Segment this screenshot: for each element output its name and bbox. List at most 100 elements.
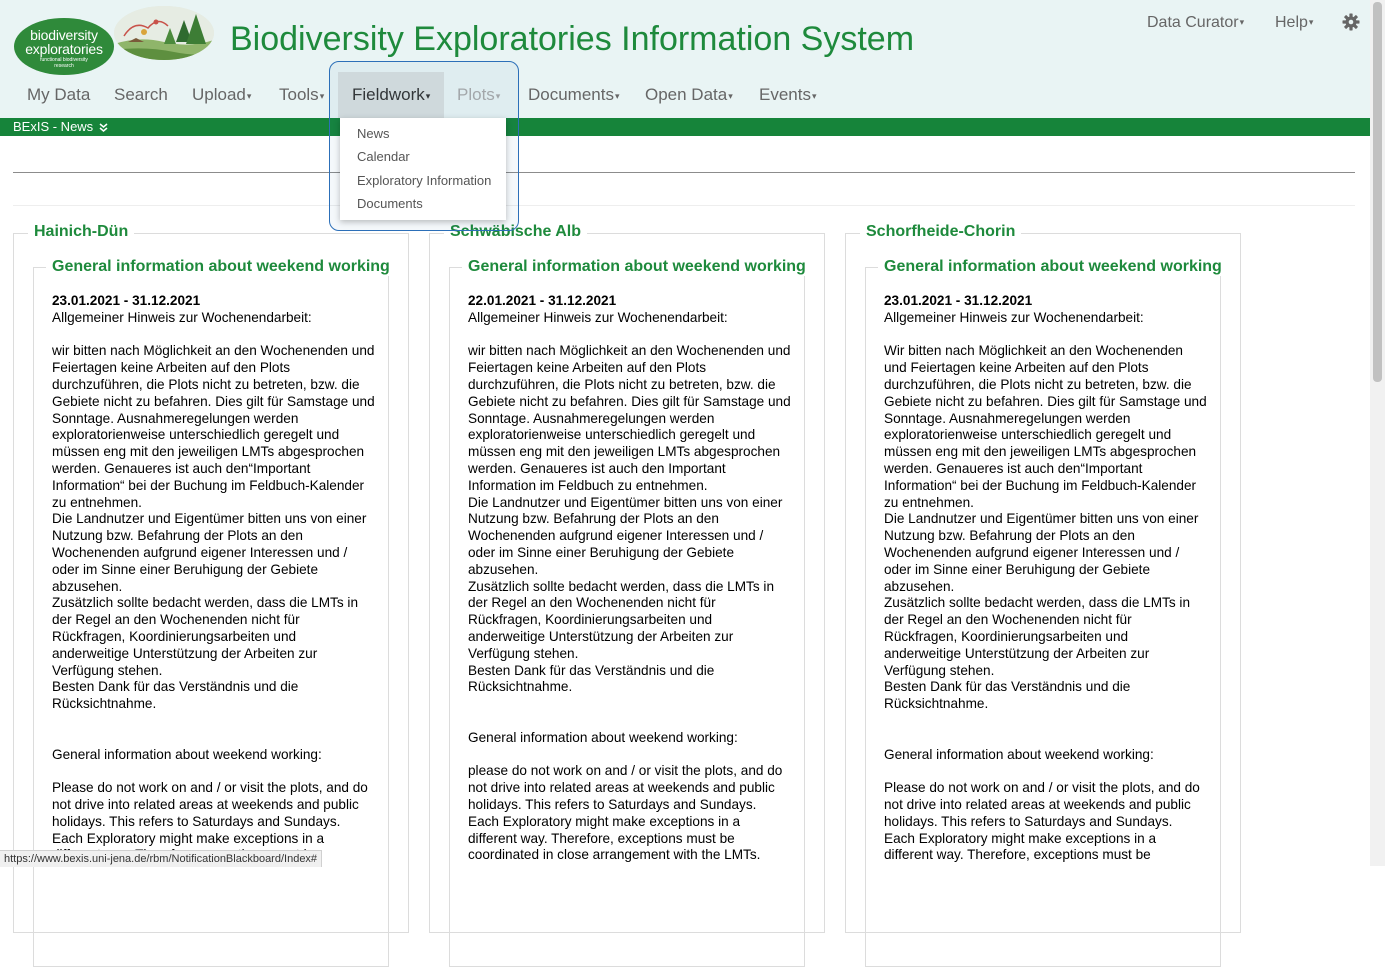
notice-text-line: Gebiete nicht zu befahren. Dies gilt für… <box>884 393 1207 409</box>
notice-heading-en: General information about weekend workin… <box>52 746 322 762</box>
notice-text-line: Each Exploratory might make exceptions i… <box>884 830 1157 846</box>
region-panel: Schorfheide-Chorin General information a… <box>845 223 1241 967</box>
logo-illustration <box>114 6 214 60</box>
caret-down-icon: ▾ <box>1308 17 1314 28</box>
notice-text-line: zu entnehmen. <box>52 494 142 510</box>
logo-text-line2: exploratories <box>25 41 103 57</box>
divider <box>13 205 1355 206</box>
notice-text-line: Rücksichtnahme. <box>884 696 989 712</box>
notice-text-line: und Feiertagen keine Arbeiten auf den Pl… <box>884 360 1149 376</box>
logo-text-line4: research <box>54 63 74 69</box>
notice-text-line: Nutzung bzw. Befahrung der Plots an den <box>52 528 303 544</box>
logo[interactable]: biodiversity exploratories functional bi… <box>14 18 114 75</box>
notice-text-line: Gebiete nicht zu befahren. Dies gilt für… <box>52 393 375 409</box>
notice-text-line: Rücksichtnahme. <box>52 696 157 712</box>
notice-text-line: Wochenenden aufgrund eigener Interessen … <box>884 544 1180 560</box>
notice-text-line: oder im Sinne einer Beruhigung der Gebie… <box>52 561 319 577</box>
notice-text-line: anderweitige Unterstützung der Arbeiten … <box>884 645 1150 661</box>
nav-upload-label: Upload <box>192 85 246 104</box>
notice-date: 23.01.2021 - 31.12.2021 <box>884 293 1033 308</box>
nav-search[interactable]: Search <box>114 72 168 118</box>
notice-text-line: Zusätzlich sollte bedacht werden, dass d… <box>468 578 775 594</box>
notice-text-line: anderweitige Unterstützung der Arbeiten … <box>52 645 318 661</box>
notice-text-line: Besten Dank für das Verständnis und die <box>884 679 1131 695</box>
header: biodiversity exploratories functional bi… <box>0 0 1370 118</box>
menu-item-news[interactable]: News <box>357 126 390 141</box>
notice-card: General information about weekend workin… <box>865 258 1228 967</box>
status-bar-url: https://www.bexis.uni-jena.de/rbm/Notifi… <box>0 850 323 867</box>
notice-text-line: werden. Genaueres ist auch den Important <box>468 460 726 476</box>
notice-text-line: Please do not work on and / or visit the… <box>52 780 368 796</box>
notice-text-line: Gebiete nicht zu befahren. Dies gilt für… <box>468 393 791 409</box>
notice-text-line: Die Landnutzer und Eigentümer bitten uns… <box>884 511 1199 527</box>
notice-text-line: wir bitten nach Möglichkeit an den Woche… <box>468 343 791 359</box>
nav-open-data[interactable]: Open Data▾ <box>645 72 733 118</box>
double-chevron-down-icon <box>99 119 108 134</box>
data-curator-menu[interactable]: Data Curator▾ <box>1147 14 1244 32</box>
notice-text-line: exploratorienweise unterschiedlich gereg… <box>52 427 340 443</box>
notice-text-line: Rücksichtnahme. <box>468 679 573 695</box>
nav-events-label: Events <box>759 85 811 104</box>
notice-text-line: Each Exploratory might make exceptions i… <box>468 813 741 829</box>
nav-search-label: Search <box>114 85 168 104</box>
divider <box>13 172 1355 173</box>
caret-down-icon: ▾ <box>246 90 252 101</box>
notice-text-line: Sonntage. Ausnahmeregelungen werden <box>52 410 299 426</box>
notice-text-line: Nutzung bzw. Befahrung der Plots an den <box>884 528 1135 544</box>
notice-text-line: Zusätzlich sollte bedacht werden, dass d… <box>52 595 359 611</box>
nav-tools[interactable]: Tools▾ <box>279 72 324 118</box>
help-menu[interactable]: Help▾ <box>1275 14 1313 32</box>
notice-text-line: zu entnehmen. <box>884 494 974 510</box>
notice-text-line: oder im Sinne einer Beruhigung der Gebie… <box>468 544 735 560</box>
caret-down-icon: ▾ <box>728 90 733 101</box>
notice-title[interactable]: General information about weekend workin… <box>462 258 812 276</box>
notice-text-line: Sonntage. Ausnahmeregelungen werden <box>884 410 1131 426</box>
menu-item-documents[interactable]: Documents <box>357 196 423 211</box>
notice-text-line: exploratorienweise unterschiedlich gereg… <box>468 427 756 443</box>
notice-text-line: Zusätzlich sollte bedacht werden, dass d… <box>884 595 1191 611</box>
caret-down-icon: ▾ <box>614 90 620 101</box>
region-panel: Schwäbische Alb General information abou… <box>429 223 825 967</box>
nav-events[interactable]: Events▾ <box>759 72 817 118</box>
nav-open-data-label: Open Data <box>645 85 728 104</box>
news-bar[interactable]: BExIS - News <box>0 118 1370 136</box>
data-curator-label: Data Curator <box>1147 14 1239 31</box>
notice-text-line: müssen eng mit den jeweiligen LMTs abges… <box>52 444 365 460</box>
notice-text-line: Verfügung stehen. <box>884 662 995 678</box>
notice-text-line: Each Exploratory might make exceptions i… <box>52 830 325 846</box>
menu-item-calendar[interactable]: Calendar <box>357 149 410 164</box>
notice-heading-de: Allgemeiner Hinweis zur Wochenendarbeit: <box>52 309 312 325</box>
notice-text-line: not drive into related areas at weekends… <box>52 796 359 812</box>
notice-text-line: der Regel an den Wochenenden nicht für <box>52 612 300 628</box>
menu-item-exploratory-information[interactable]: Exploratory Information <box>357 173 491 188</box>
notice-text-line: Besten Dank für das Verständnis und die <box>52 679 299 695</box>
nav-my-data[interactable]: My Data <box>27 72 90 118</box>
caret-down-icon: ▾ <box>319 90 325 101</box>
site-title[interactable]: Biodiversity Exploratories Information S… <box>230 20 914 59</box>
notice-text-line: Rückfragen, Koordinierungsarbeiten und <box>468 612 713 628</box>
notice-text-line: Verfügung stehen. <box>52 662 163 678</box>
nav-upload[interactable]: Upload▾ <box>192 72 251 118</box>
notice-body: 22.01.2021 - 31.12.2021 Allgemeiner Hinwe… <box>468 293 798 864</box>
notice-title[interactable]: General information about weekend workin… <box>46 258 396 276</box>
nav-documents[interactable]: Documents▾ <box>528 72 620 118</box>
nav-documents-label: Documents <box>528 85 614 104</box>
notice-text-line: Information“ bei der Buchung im Feldbuch… <box>884 477 1197 493</box>
notice-text-line: Wochenenden aufgrund eigener Interessen … <box>468 528 764 544</box>
scrollbar-thumb[interactable] <box>1373 2 1382 382</box>
notice-text-line: abzusehen. <box>52 578 123 594</box>
notice-text-line: der Regel an den Wochenenden nicht für <box>884 612 1132 628</box>
gear-icon[interactable] <box>1341 12 1361 32</box>
nav-tools-label: Tools <box>279 85 319 104</box>
notice-title[interactable]: General information about weekend workin… <box>878 258 1228 276</box>
caret-down-icon: ▾ <box>811 90 817 101</box>
notice-date: 22.01.2021 - 31.12.2021 <box>468 293 617 308</box>
notice-text-line: abzusehen. <box>468 561 539 577</box>
notice-text-line: abzusehen. <box>884 578 955 594</box>
logo-text-line1: biodiversity <box>30 27 98 43</box>
